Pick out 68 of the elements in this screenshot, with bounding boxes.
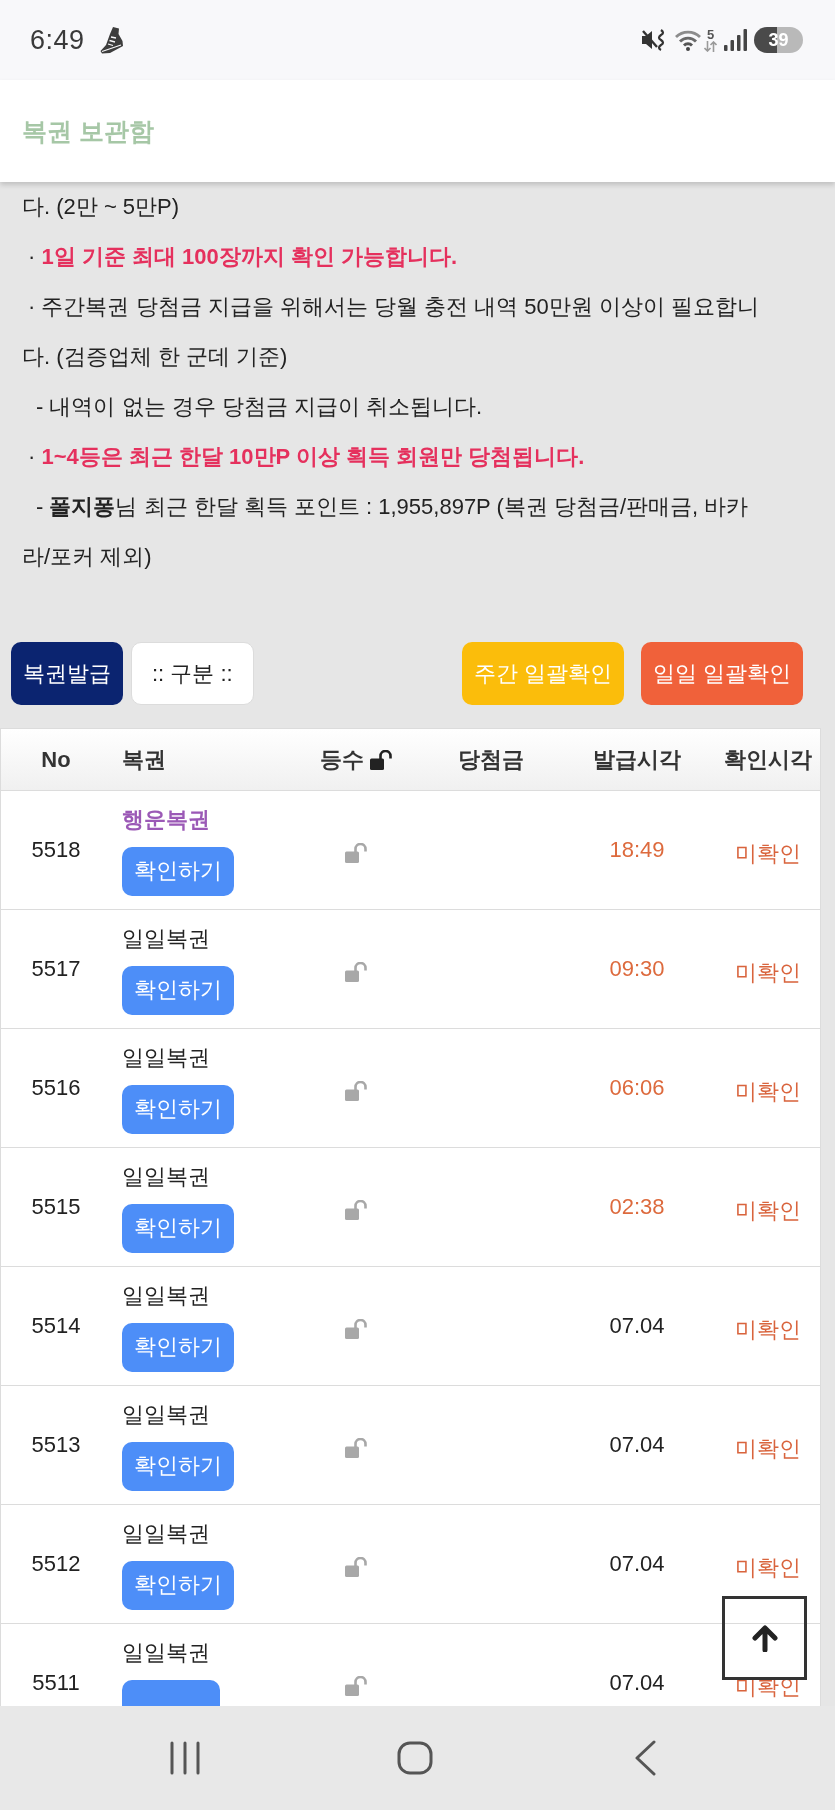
home-icon[interactable] — [397, 1741, 433, 1775]
row-number: 5515 — [31, 1194, 81, 1220]
row-number: 5514 — [31, 1313, 81, 1339]
notice-text: 다. (2만 ~ 5만P) — [22, 193, 181, 221]
check-status: 미확인 — [734, 1435, 801, 1463]
column-header: 확인시각 — [723, 745, 812, 774]
row-number: 5518 — [31, 837, 81, 863]
row-number: 5511 — [32, 1670, 80, 1696]
issue-time: 07.04 — [609, 1432, 665, 1458]
clock-time: 6:49 — [30, 24, 85, 56]
check-button[interactable]: 확인하기 — [122, 1203, 234, 1253]
ticket-name: 일일복권 — [122, 924, 210, 953]
ticket-name: 일일복권 — [122, 1162, 210, 1191]
ticket-name: 행운복권 — [122, 805, 210, 834]
check-button[interactable]: 확인하기 — [122, 1084, 234, 1134]
notice-text: · 주간복권 당첨금 지급을 위해서는 당월 충전 내역 50만원 이상이 필요합니다. (검증업체 한 군데 기준) — [22, 293, 760, 371]
check-button[interactable]: 확인하기 — [122, 965, 234, 1015]
mute-vibrate-icon — [641, 29, 667, 51]
column-header: 등수 — [320, 745, 364, 774]
issue-time: 02:38 — [609, 1194, 665, 1220]
row-number: 5513 — [31, 1432, 81, 1458]
row-number: 5512 — [31, 1551, 81, 1577]
action-button[interactable]: 복권발급 — [11, 642, 123, 705]
notice-text: - 내역이 없는 경우 당첨금 지급이 취소됩니다. — [35, 393, 484, 421]
wifi-icon — [674, 29, 702, 51]
row-number: 5516 — [31, 1075, 81, 1101]
notice-text: - 폴지퐁님 최근 한달 획득 포인트 : 1,955,897P (복권 당첨금/판매금, 바카라/포커 제외) — [22, 493, 750, 571]
ticket-name: 일일복권 — [122, 1043, 210, 1072]
row-number: 5517 — [31, 956, 81, 982]
filter-dropdown[interactable]: :: 구분 :: — [131, 642, 254, 705]
action-button[interactable]: 일일 일괄확인 — [640, 642, 803, 705]
action-button[interactable]: 주간 일괄확인 — [461, 642, 624, 705]
signal-bars-icon — [724, 29, 747, 51]
arrow-up-icon — [750, 1624, 779, 1652]
issue-time: 18:49 — [609, 837, 665, 863]
ticket-name: 일일복권 — [122, 1638, 210, 1667]
notice-text: · 1일 기준 최대 100장까지 확인 가능합니다. — [27, 243, 459, 271]
ticket-name: 일일복권 — [122, 1519, 210, 1548]
ticket-name: 일일복권 — [122, 1400, 210, 1429]
issue-time: 07.04 — [609, 1670, 665, 1696]
issue-time: 07.04 — [609, 1313, 665, 1339]
open-padlock-icon[interactable] — [370, 749, 394, 770]
recent-apps-icon[interactable] — [169, 1741, 201, 1775]
scroll-to-top-button[interactable] — [722, 1596, 807, 1680]
check-status: 미확인 — [734, 840, 801, 868]
check-status: 미확인 — [734, 959, 801, 987]
issue-time: 07.04 — [609, 1551, 665, 1577]
ticket-name: 일일복권 — [122, 1281, 210, 1310]
wifi-band-label: 5 — [706, 28, 715, 41]
check-status: 미확인 — [734, 1078, 801, 1106]
page-title: 복권 보관함 — [22, 115, 154, 147]
back-icon[interactable] — [633, 1740, 657, 1776]
issue-time: 09:30 — [609, 956, 665, 982]
check-button[interactable]: 확인하기 — [122, 846, 234, 896]
check-status: 미확인 — [734, 1197, 801, 1225]
column-header: 당첨금 — [458, 745, 524, 774]
sneaker-icon — [98, 26, 125, 54]
issue-time: 06:06 — [609, 1075, 665, 1101]
notice-text: · 1~4등은 최근 한달 10만P 이상 획득 회원만 당첨됩니다. — [27, 443, 586, 471]
check-status: 미확인 — [734, 1316, 801, 1344]
check-button[interactable]: 확인하기 — [122, 1441, 234, 1491]
column-header: 복권 — [122, 745, 166, 774]
column-header: No — [41, 746, 71, 773]
data-arrows-icon — [704, 40, 717, 52]
column-header: 발급시각 — [593, 745, 681, 774]
check-button[interactable]: 확인하기 — [122, 1560, 234, 1610]
check-button[interactable]: 확인하기 — [122, 1322, 234, 1372]
check-status: 미확인 — [734, 1554, 801, 1582]
